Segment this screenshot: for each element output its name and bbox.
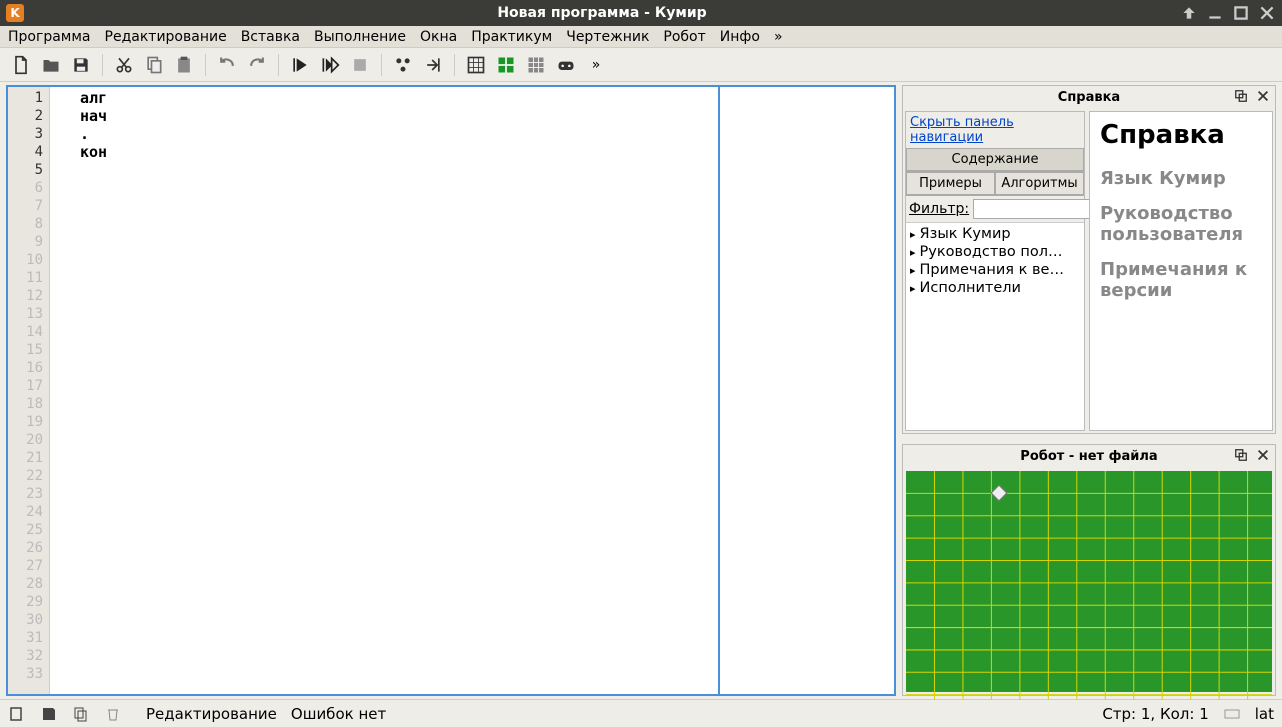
arrow-up-icon[interactable] <box>1180 4 1198 22</box>
robot-panel: Робот - нет файла <box>902 444 1276 696</box>
menu-robot[interactable]: Робот <box>663 29 705 45</box>
menu-program[interactable]: Программа <box>8 29 91 45</box>
robot-close-button[interactable] <box>1255 447 1271 463</box>
new-file-button[interactable] <box>8 52 34 78</box>
help-section[interactable]: Руководство пользователя <box>1100 203 1262 245</box>
help-close-button[interactable] <box>1255 88 1271 104</box>
tree-item[interactable]: Примечания к ве… <box>906 261 1084 279</box>
help-heading: Справка <box>1100 120 1262 150</box>
undo-button[interactable] <box>214 52 240 78</box>
editor-panel: 1234567891011121314151617181920212223242… <box>6 85 896 696</box>
status-copy-icon[interactable] <box>72 705 90 723</box>
toolbar: » <box>0 48 1282 82</box>
status-lang: lat <box>1255 705 1274 723</box>
close-button[interactable] <box>1258 4 1276 22</box>
menubar: Программа Редактирование Вставка Выполне… <box>0 26 1282 48</box>
help-panel-title: Справка <box>1058 90 1120 105</box>
save-file-button[interactable] <box>68 52 94 78</box>
help-content: Справка Язык Кумир Руководство пользоват… <box>1089 111 1273 431</box>
status-position: Стр: 1, Кол: 1 <box>1102 705 1208 723</box>
status-errors: Ошибок нет <box>291 705 386 723</box>
controller-button[interactable] <box>553 52 579 78</box>
tree-item[interactable]: Исполнители <box>906 279 1084 297</box>
open-file-button[interactable] <box>38 52 64 78</box>
robot-detach-button[interactable] <box>1233 447 1249 463</box>
tree-item[interactable]: Руководство пол… <box>906 243 1084 261</box>
paste-button[interactable] <box>171 52 197 78</box>
hide-nav-link[interactable]: Скрыть панель навигации <box>906 112 1084 148</box>
help-tree: Язык Кумир Руководство пол… Примечания к… <box>906 222 1084 430</box>
help-panel: Справка Скрыть панель навигации Содержан… <box>902 85 1276 434</box>
minimize-button[interactable] <box>1206 4 1224 22</box>
breakpoint-button[interactable] <box>390 52 416 78</box>
tab-contents[interactable]: Содержание <box>906 148 1084 171</box>
menu-info[interactable]: Инфо <box>720 29 760 45</box>
menu-insert[interactable]: Вставка <box>241 29 300 45</box>
filter-label: Фильтр: <box>909 201 969 217</box>
status-mode: Редактирование <box>146 705 277 723</box>
menu-practice[interactable]: Практикум <box>471 29 552 45</box>
return-button[interactable] <box>420 52 446 78</box>
menu-drawer[interactable]: Чертежник <box>566 29 649 45</box>
statusbar: Редактирование Ошибок нет Стр: 1, Кол: 1… <box>0 699 1282 727</box>
tree-item[interactable]: Язык Кумир <box>906 225 1084 243</box>
status-keyboard-icon[interactable] <box>1223 705 1241 723</box>
code-editor[interactable]: алгнач.кон <box>50 87 720 694</box>
maximize-button[interactable] <box>1232 4 1250 22</box>
output-column <box>720 87 894 694</box>
stop-button[interactable] <box>347 52 373 78</box>
status-save-icon[interactable] <box>40 705 58 723</box>
help-detach-button[interactable] <box>1233 88 1249 104</box>
cut-button[interactable] <box>111 52 137 78</box>
tab-algorithms[interactable]: Алгоритмы <box>995 172 1084 195</box>
grid2-button[interactable] <box>493 52 519 78</box>
menu-more[interactable]: » <box>774 29 783 45</box>
status-trash-icon[interactable] <box>104 705 122 723</box>
line-gutter: 1234567891011121314151617181920212223242… <box>8 87 50 694</box>
menu-windows[interactable]: Окна <box>420 29 457 45</box>
run-button[interactable] <box>287 52 313 78</box>
app-icon: K <box>6 4 24 22</box>
tab-examples[interactable]: Примеры <box>906 172 995 195</box>
status-new-icon[interactable] <box>8 705 26 723</box>
menu-edit[interactable]: Редактирование <box>105 29 227 45</box>
help-section[interactable]: Язык Кумир <box>1100 168 1262 189</box>
robot-panel-title: Робот - нет файла <box>1020 449 1157 464</box>
titlebar: K Новая программа - Кумир <box>0 0 1282 26</box>
help-nav: Скрыть панель навигации Содержание Приме… <box>905 111 1085 431</box>
step-button[interactable] <box>317 52 343 78</box>
redo-button[interactable] <box>244 52 270 78</box>
menu-run[interactable]: Выполнение <box>314 29 406 45</box>
grid3-button[interactable] <box>523 52 549 78</box>
grid1-button[interactable] <box>463 52 489 78</box>
window-title: Новая программа - Кумир <box>24 5 1180 21</box>
toolbar-more-button[interactable]: » <box>583 52 609 78</box>
help-section[interactable]: Примечания к версии <box>1100 259 1262 301</box>
robot-field[interactable] <box>906 471 1272 692</box>
copy-button[interactable] <box>141 52 167 78</box>
